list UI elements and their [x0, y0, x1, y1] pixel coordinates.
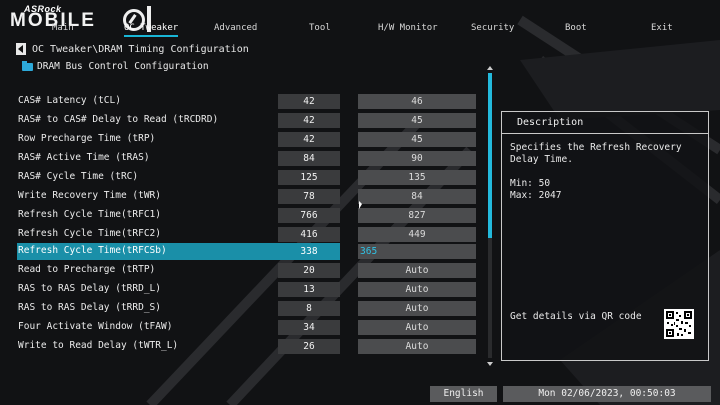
row-label: Write Recovery Time (tWR)	[18, 190, 161, 201]
description-panel: Description Specifies the Refresh Recove…	[501, 111, 709, 361]
description-text: Specifies the Refresh Recovery Delay Tim…	[510, 142, 682, 165]
row-label: Refresh Cycle Time(tRFCSb)	[18, 245, 167, 256]
current-value: 84	[278, 151, 340, 166]
setting-field[interactable]: 827	[358, 208, 476, 223]
setting-field[interactable]: 449	[358, 227, 476, 242]
submenu-dram-bus-control[interactable]: DRAM Bus Control Configuration	[22, 60, 209, 72]
qr-code-icon	[664, 309, 694, 339]
setting-field[interactable]: 90	[358, 151, 476, 166]
current-value: 8	[278, 301, 340, 316]
row-label: RAS# to CAS# Delay to Read (tRCDRD)	[18, 114, 219, 125]
row-label: Four Activate Window (tFAW)	[18, 321, 173, 332]
timing-row[interactable]: RAS# Active Time (tRAS) 84 90	[0, 150, 480, 167]
max-value: Max: 2047	[510, 190, 562, 201]
row-label: RAS# Active Time (tRAS)	[18, 152, 150, 163]
row-label: Read to Precharge (tRTP)	[18, 264, 156, 275]
row-label: RAS to RAS Delay (tRRD_L)	[18, 283, 161, 294]
setting-field[interactable]: Auto	[358, 301, 476, 316]
setting-field[interactable]: 135	[358, 170, 476, 185]
current-value: 125	[278, 170, 340, 185]
timing-row[interactable]: Write to Read Delay (tWTR_L) 26 Auto	[0, 338, 480, 355]
description-body: Specifies the Refresh Recovery Delay Tim…	[510, 142, 702, 202]
tab-boot[interactable]: Boot	[565, 23, 587, 33]
timing-row[interactable]: RAS to RAS Delay (tRRD_L) 13 Auto	[0, 281, 480, 298]
folder-icon	[22, 60, 33, 71]
timing-row[interactable]: CAS# Latency (tCL) 42 46	[0, 93, 480, 110]
row-label: Refresh Cycle Time(tRFC1)	[18, 209, 161, 220]
timing-row[interactable]: RAS# Cycle Time (tRC) 125 135	[0, 169, 480, 186]
row-label: Row Precharge Time (tRP)	[18, 133, 156, 144]
setting-field[interactable]: Auto	[358, 282, 476, 297]
current-value: 766	[278, 208, 340, 223]
current-value: 26	[278, 339, 340, 354]
tab-main[interactable]: Main	[52, 23, 74, 33]
timing-row[interactable]: Read to Precharge (tRTP) 20 Auto	[0, 262, 480, 279]
date-time-display: Mon 02/06/2023, 00:50:03	[503, 386, 711, 402]
setting-field[interactable]: 365	[358, 244, 476, 259]
tab-advanced[interactable]: Advanced	[214, 23, 257, 33]
current-value: 20	[278, 263, 340, 278]
current-value: 34	[278, 320, 340, 335]
top-tab-bar: Main OC Tweaker Advanced Tool H/W Monito…	[0, 20, 720, 38]
setting-field[interactable]: Auto	[358, 263, 476, 278]
current-value: 416	[278, 227, 340, 242]
timing-row[interactable]: RAS# to CAS# Delay to Read (tRCDRD) 42 4…	[0, 112, 480, 129]
tab-hw-monitor[interactable]: H/W Monitor	[378, 23, 438, 33]
scroll-down-icon[interactable]	[487, 362, 493, 366]
scrollbar[interactable]	[487, 66, 494, 366]
current-value: 78	[278, 189, 340, 204]
timing-row[interactable]: Write Recovery Time (tWR) 78 84	[0, 188, 480, 205]
setting-field[interactable]: Auto	[358, 339, 476, 354]
timing-row[interactable]: Four Activate Window (tFAW) 34 Auto	[0, 319, 480, 336]
tab-oc-tweaker[interactable]: OC Tweaker	[124, 23, 179, 37]
tab-exit[interactable]: Exit	[651, 23, 673, 33]
setting-field[interactable]: 45	[358, 132, 476, 147]
tab-tool[interactable]: Tool	[309, 23, 331, 33]
current-value: 42	[278, 94, 340, 109]
row-label: Refresh Cycle Time(tRFC2)	[18, 228, 161, 239]
setting-field[interactable]: 45	[358, 113, 476, 128]
scroll-up-icon[interactable]	[487, 66, 493, 70]
row-label: RAS to RAS Delay (tRRD_S)	[18, 302, 161, 313]
current-value: 338	[300, 246, 318, 257]
language-button[interactable]: English	[430, 386, 497, 402]
description-header: Description	[502, 112, 708, 134]
timing-row[interactable]: Refresh Cycle Time(tRFC1) 766 827	[0, 207, 480, 224]
timing-row-selected[interactable]: Refresh Cycle Time(tRFCSb) 338 365	[0, 243, 480, 260]
mouse-pointer-icon	[359, 201, 362, 209]
setting-field[interactable]: 46	[358, 94, 476, 109]
min-value: Min: 50	[510, 178, 551, 189]
current-value: 42	[278, 113, 340, 128]
submenu-label: DRAM Bus Control Configuration	[37, 61, 209, 72]
setting-field[interactable]: 84	[358, 189, 476, 204]
row-label: RAS# Cycle Time (tRC)	[18, 171, 139, 182]
row-label: Write to Read Delay (tWTR_L)	[18, 340, 179, 351]
current-value: 13	[278, 282, 340, 297]
back-arrow-icon[interactable]	[16, 43, 26, 55]
description-title: Description	[517, 117, 584, 128]
row-label: CAS# Latency (tCL)	[18, 95, 121, 106]
breadcrumb-path: OC Tweaker\DRAM Timing Configuration	[32, 43, 249, 55]
tab-security[interactable]: Security	[471, 23, 514, 33]
scroll-thumb[interactable]	[488, 73, 492, 238]
qr-caption: Get details via QR code	[510, 311, 642, 322]
timing-row[interactable]: Row Precharge Time (tRP) 42 45	[0, 131, 480, 148]
timing-row[interactable]: RAS to RAS Delay (tRRD_S) 8 Auto	[0, 300, 480, 317]
setting-field[interactable]: Auto	[358, 320, 476, 335]
current-value: 42	[278, 132, 340, 147]
timing-row[interactable]: Refresh Cycle Time(tRFC2) 416 449	[0, 226, 480, 243]
breadcrumb: OC Tweaker\DRAM Timing Configuration	[16, 43, 249, 55]
